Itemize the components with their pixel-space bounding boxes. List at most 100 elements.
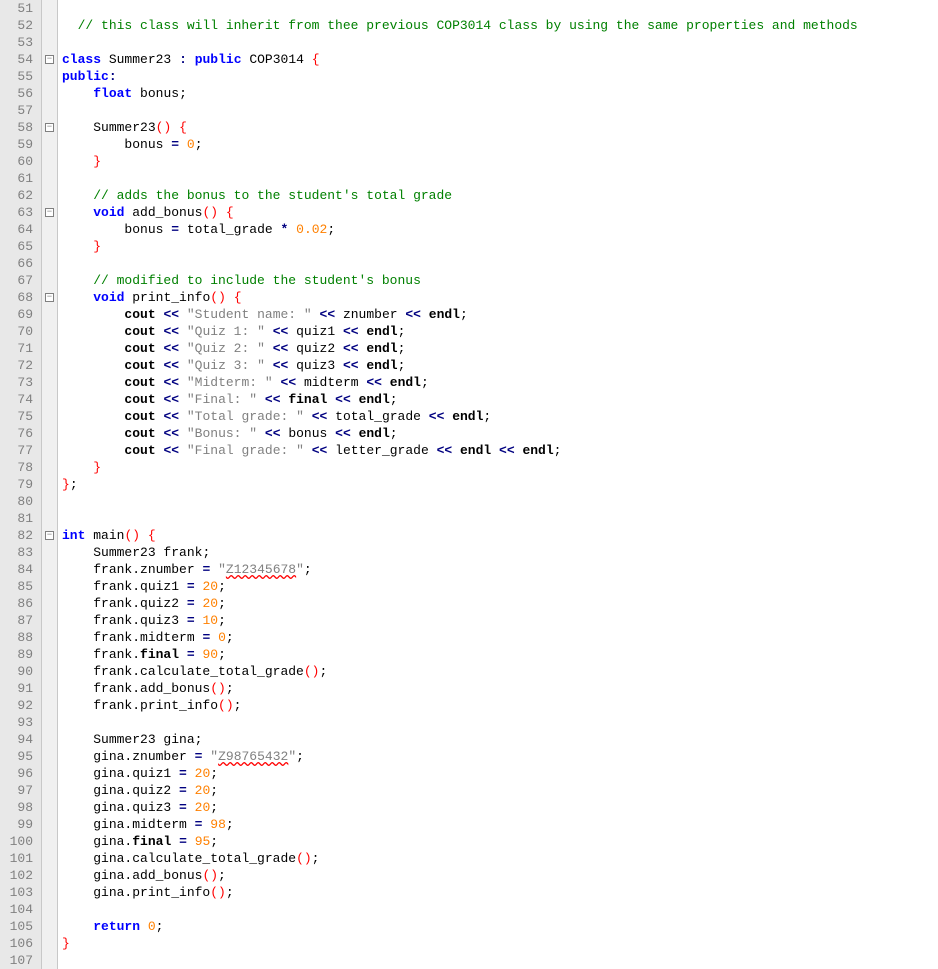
code-line[interactable]: } (62, 935, 858, 952)
code-line[interactable]: // this class will inherit from thee pre… (62, 17, 858, 34)
code-line[interactable]: gina.quiz3 = 20; (62, 799, 858, 816)
code-line[interactable] (62, 952, 858, 969)
code-line[interactable]: frank.add_bonus(); (62, 680, 858, 697)
code-line[interactable]: Summer23() { (62, 119, 858, 136)
code-line[interactable]: cout << "Final: " << final << endl; (62, 391, 858, 408)
fold-toggle[interactable]: − (45, 531, 54, 540)
fold-toggle[interactable]: − (45, 293, 54, 302)
code-line[interactable]: cout << "Quiz 3: " << quiz3 << endl; (62, 357, 858, 374)
line-number: 83 (0, 544, 33, 561)
line-number: 103 (0, 884, 33, 901)
code-line[interactable]: frank.quiz1 = 20; (62, 578, 858, 595)
line-number: 75 (0, 408, 33, 425)
code-line[interactable]: // adds the bonus to the student's total… (62, 187, 858, 204)
code-line[interactable]: } (62, 459, 858, 476)
line-number: 69 (0, 306, 33, 323)
code-line[interactable]: frank.quiz2 = 20; (62, 595, 858, 612)
code-area[interactable]: // this class will inherit from thee pre… (58, 0, 858, 969)
code-line[interactable]: return 0; (62, 918, 858, 935)
line-number: 65 (0, 238, 33, 255)
code-line[interactable]: public: (62, 68, 858, 85)
code-line[interactable]: gina.quiz1 = 20; (62, 765, 858, 782)
line-number: 80 (0, 493, 33, 510)
code-line[interactable]: } (62, 238, 858, 255)
line-number: 91 (0, 680, 33, 697)
line-number: 96 (0, 765, 33, 782)
code-line[interactable]: gina.final = 95; (62, 833, 858, 850)
line-number: 95 (0, 748, 33, 765)
code-line[interactable]: frank.final = 90; (62, 646, 858, 663)
line-number: 99 (0, 816, 33, 833)
code-line[interactable]: cout << "Final grade: " << letter_grade … (62, 442, 858, 459)
code-line[interactable]: Summer23 gina; (62, 731, 858, 748)
code-line[interactable]: Summer23 frank; (62, 544, 858, 561)
line-number: 56 (0, 85, 33, 102)
line-number: 98 (0, 799, 33, 816)
line-number: 97 (0, 782, 33, 799)
code-line[interactable] (62, 102, 858, 119)
code-line[interactable]: frank.print_info(); (62, 697, 858, 714)
line-number: 72 (0, 357, 33, 374)
line-number: 101 (0, 850, 33, 867)
code-line[interactable] (62, 714, 858, 731)
code-line[interactable]: frank.calculate_total_grade(); (62, 663, 858, 680)
code-line[interactable]: gina.add_bonus(); (62, 867, 858, 884)
line-number: 55 (0, 68, 33, 85)
code-line[interactable] (62, 34, 858, 51)
code-line[interactable]: int main() { (62, 527, 858, 544)
code-line[interactable] (62, 493, 858, 510)
line-number: 90 (0, 663, 33, 680)
line-number: 51 (0, 0, 33, 17)
code-line[interactable]: void print_info() { (62, 289, 858, 306)
line-number: 67 (0, 272, 33, 289)
code-line[interactable] (62, 901, 858, 918)
fold-toggle[interactable]: − (45, 123, 54, 132)
line-number: 64 (0, 221, 33, 238)
code-line[interactable]: void add_bonus() { (62, 204, 858, 221)
fold-toggle[interactable]: − (45, 208, 54, 217)
code-line[interactable]: frank.znumber = "Z12345678"; (62, 561, 858, 578)
code-line[interactable]: gina.print_info(); (62, 884, 858, 901)
fold-column: − − − − − (42, 0, 58, 969)
code-line[interactable]: cout << "Bonus: " << bonus << endl; (62, 425, 858, 442)
line-number: 85 (0, 578, 33, 595)
line-number: 58 (0, 119, 33, 136)
code-line[interactable] (62, 170, 858, 187)
code-line[interactable]: frank.quiz3 = 10; (62, 612, 858, 629)
line-number: 68 (0, 289, 33, 306)
code-line[interactable]: cout << "Quiz 1: " << quiz1 << endl; (62, 323, 858, 340)
code-line[interactable]: }; (62, 476, 858, 493)
line-number: 60 (0, 153, 33, 170)
line-number: 71 (0, 340, 33, 357)
code-line[interactable]: bonus = total_grade * 0.02; (62, 221, 858, 238)
code-line[interactable]: } (62, 153, 858, 170)
line-number: 54 (0, 51, 33, 68)
code-line[interactable] (62, 255, 858, 272)
line-number: 73 (0, 374, 33, 391)
code-line[interactable]: gina.quiz2 = 20; (62, 782, 858, 799)
line-number: 100 (0, 833, 33, 850)
line-number: 89 (0, 646, 33, 663)
code-line[interactable]: class Summer23 : public COP3014 { (62, 51, 858, 68)
fold-toggle[interactable]: − (45, 55, 54, 64)
code-line[interactable]: // modified to include the student's bon… (62, 272, 858, 289)
code-line[interactable] (62, 510, 858, 527)
code-line[interactable]: cout << "Student name: " << znumber << e… (62, 306, 858, 323)
line-number: 77 (0, 442, 33, 459)
code-line[interactable] (62, 0, 858, 17)
code-line[interactable]: frank.midterm = 0; (62, 629, 858, 646)
line-number: 93 (0, 714, 33, 731)
line-number: 92 (0, 697, 33, 714)
code-line[interactable]: bonus = 0; (62, 136, 858, 153)
code-line[interactable]: gina.calculate_total_grade(); (62, 850, 858, 867)
code-line[interactable]: float bonus; (62, 85, 858, 102)
code-line[interactable]: cout << "Midterm: " << midterm << endl; (62, 374, 858, 391)
line-number: 84 (0, 561, 33, 578)
code-line[interactable]: gina.znumber = "Z98765432"; (62, 748, 858, 765)
line-number: 104 (0, 901, 33, 918)
line-number-gutter: 5152535455565758596061626364656667686970… (0, 0, 42, 969)
line-number: 94 (0, 731, 33, 748)
code-line[interactable]: gina.midterm = 98; (62, 816, 858, 833)
code-line[interactable]: cout << "Quiz 2: " << quiz2 << endl; (62, 340, 858, 357)
code-line[interactable]: cout << "Total grade: " << total_grade <… (62, 408, 858, 425)
